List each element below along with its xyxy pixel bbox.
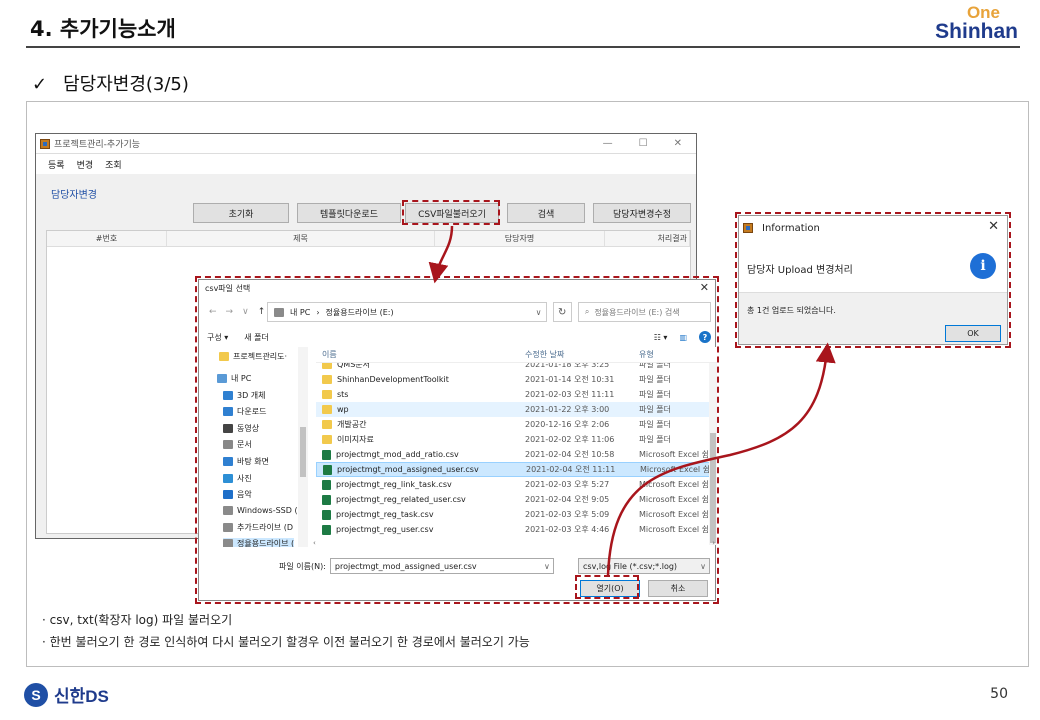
app-titlebar: 프로젝트관리-추가기능 — ☐ ✕ [36,134,696,154]
minimize-icon[interactable]: — [603,138,613,149]
open-button-highlight [575,575,639,599]
shinhan-logo: One Shinhan [928,4,1018,42]
app-title: 프로젝트관리-추가기능 [54,140,141,150]
grid-col-result: 처리결과 [605,231,690,246]
csv-button-highlight [402,200,500,225]
app-icon [40,138,50,149]
menu-inquiry[interactable]: 조회 [105,158,122,171]
menu-change[interactable]: 변경 [77,158,94,171]
file-dialog-highlight [195,276,719,604]
search-button[interactable]: 검색 [507,203,585,223]
footer-logo: S 신한DS [24,682,109,707]
logo-shinhan-text: Shinhan [935,20,1018,43]
grid-col-title: 제목 [167,231,435,246]
info-dialog-highlight [735,212,1011,348]
section-heading: ✓ 담당자변경(3/5) [32,70,189,96]
app-subtitle: 담당자변경 [51,190,97,201]
grid-header: #번호 제목 담당자명 처리결과 [47,231,690,247]
slide-title: 4. 추가기능소개 [30,17,176,41]
footer-brand: 신한DS [54,687,109,706]
assignee-change-button[interactable]: 담당자변경수정 [593,203,691,223]
section-title-text: 담당자변경(3/5) [63,74,189,95]
maximize-icon[interactable]: ☐ [639,138,648,149]
note-line: · 한번 불러오기 한 경로 인식하여 다시 불러오기 할경우 이전 불러오기 … [42,635,530,649]
title-divider [26,46,1020,48]
check-icon: ✓ [32,74,48,95]
page-number: 50 [990,686,1008,702]
menu-register[interactable]: 등록 [48,158,65,171]
template-download-button[interactable]: 템플릿다운로드 [297,203,401,223]
reset-button[interactable]: 초기화 [193,203,289,223]
shinhan-mark-icon: S [24,682,48,707]
notes: · csv, txt(확장자 log) 파일 불러오기 · 한번 불러오기 한 … [42,609,530,653]
logo-one-text: One [966,3,1000,22]
close-icon[interactable]: ✕ [674,138,682,149]
window-controls: — ☐ ✕ [603,138,682,149]
note-line: · csv, txt(확장자 log) 파일 불러오기 [42,613,233,627]
app-menubar: 등록 변경 조회 [36,154,696,174]
grid-col-number: #번호 [47,231,167,246]
grid-col-assignee: 담당자명 [435,231,605,246]
